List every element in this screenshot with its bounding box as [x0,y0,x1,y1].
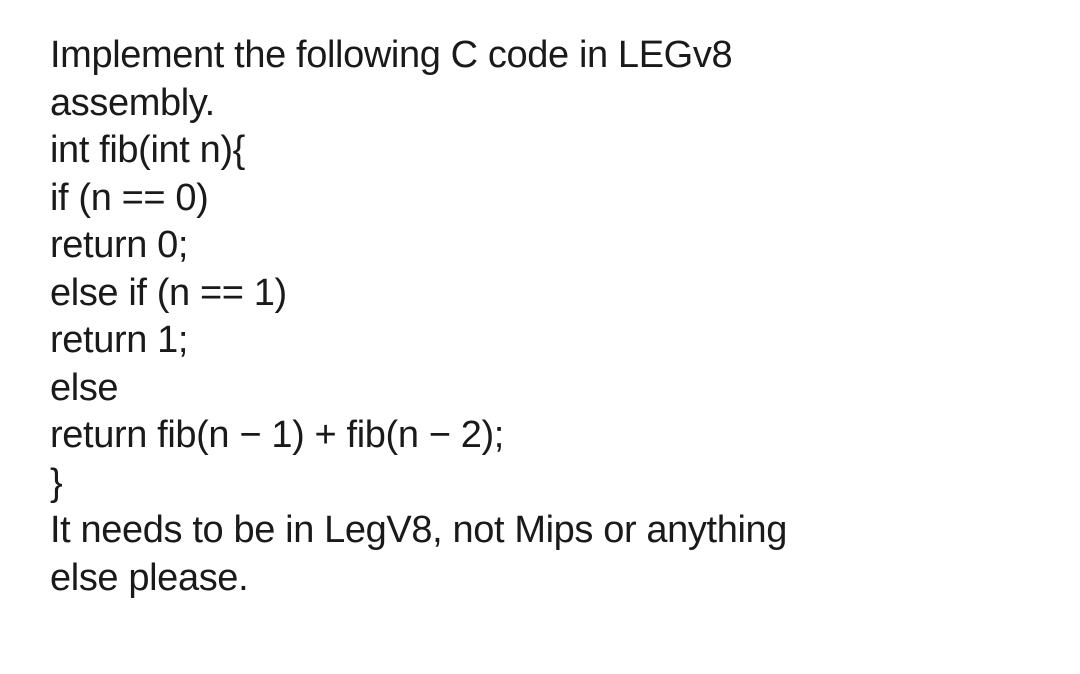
problem-statement: Implement the following C code in LEGv8 … [50,32,1030,602]
code-line-6: else [50,365,1030,413]
code-line-7: return fib(n − 1) + fib(n − 2); [50,412,1030,460]
code-line-5: return 1; [50,317,1030,365]
intro-line-2: assembly. [50,80,1030,128]
note-line-1: It needs to be in LegV8, not Mips or any… [50,507,1030,555]
code-line-4: else if (n == 1) [50,270,1030,318]
code-line-8: } [50,460,1030,508]
code-line-1: int fib(int n){ [50,127,1030,175]
code-line-2: if (n == 0) [50,175,1030,223]
note-line-2: else please. [50,555,1030,603]
intro-line-1: Implement the following C code in LEGv8 [50,32,1030,80]
code-line-3: return 0; [50,222,1030,270]
